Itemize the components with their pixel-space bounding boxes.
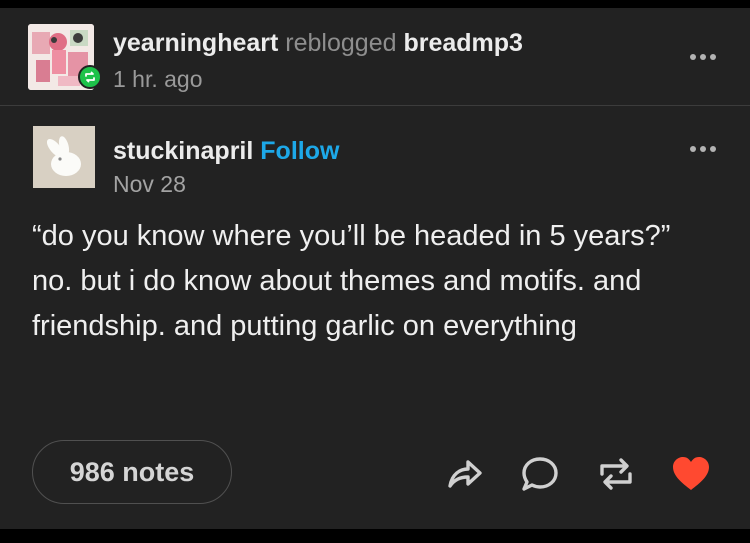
author-avatar[interactable]	[33, 126, 95, 188]
notes-button[interactable]: 986 notes	[32, 440, 232, 504]
reblog-header: yearningheart reblogged breadmp3 1 hr. a…	[0, 8, 750, 106]
share-icon[interactable]	[444, 454, 484, 494]
source-blog-name[interactable]: breadmp3	[403, 29, 522, 57]
header-more-options-icon[interactable]	[686, 52, 720, 62]
post-body: “do you know where you’ll be headed in 5…	[32, 220, 671, 342]
author-line: stuckinapril Follow	[113, 134, 339, 168]
reblog-badge-icon	[78, 65, 102, 89]
post-card: yearningheart reblogged breadmp3 1 hr. a…	[0, 8, 750, 529]
reblogger-name[interactable]: yearningheart	[113, 29, 278, 57]
post-more-options-icon[interactable]	[686, 144, 720, 154]
follow-button[interactable]: Follow	[260, 137, 339, 165]
reblog-attribution: yearningheart reblogged breadmp3	[113, 26, 523, 60]
reblog-time[interactable]: 1 hr. ago	[113, 64, 203, 94]
reblog-action-text: reblogged	[285, 29, 397, 57]
author-name[interactable]: stuckinapril	[113, 137, 253, 165]
like-icon[interactable]	[670, 454, 710, 494]
post-date[interactable]: Nov 28	[113, 169, 186, 199]
reblog-icon[interactable]	[596, 454, 636, 494]
bunny-avatar-icon	[33, 126, 95, 188]
reply-icon[interactable]	[520, 454, 560, 494]
